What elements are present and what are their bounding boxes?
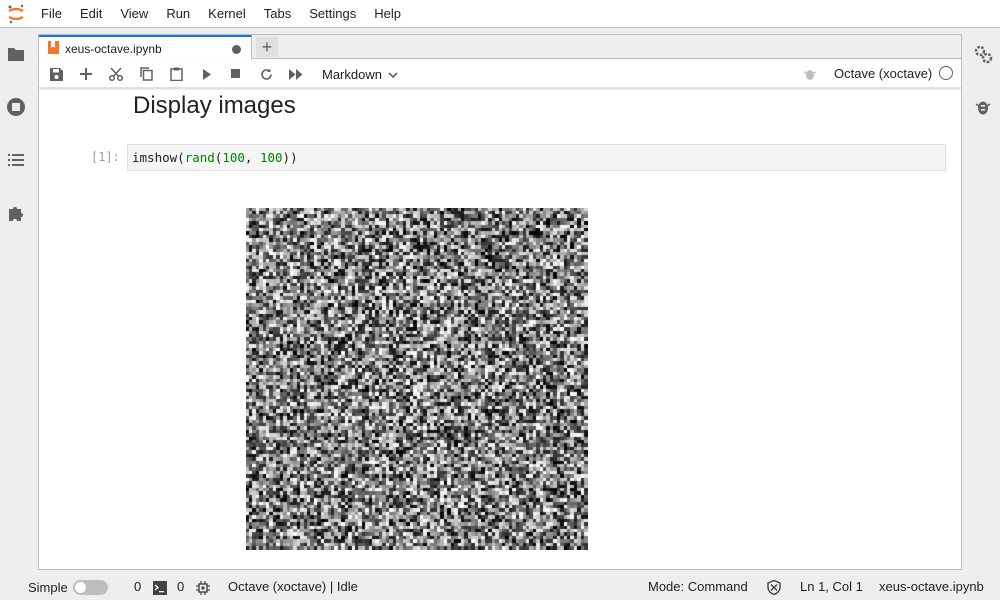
simple-mode-toggle[interactable]: [73, 580, 108, 595]
save-icon[interactable]: [46, 65, 66, 83]
copy-icon[interactable]: [136, 65, 156, 83]
left-sidebar: [0, 28, 33, 574]
tab-xeus-octave[interactable]: xeus-octave.ipynb: [39, 35, 252, 60]
tab-label: xeus-octave.ipynb: [65, 41, 162, 56]
menu-settings[interactable]: Settings: [300, 0, 365, 28]
menu-view[interactable]: View: [111, 0, 157, 28]
cut-icon[interactable]: [106, 65, 126, 83]
menu-help[interactable]: Help: [365, 0, 410, 28]
notebook-toolbar: Markdown Octave (xoctave): [39, 60, 961, 88]
menu-edit[interactable]: Edit: [71, 0, 111, 28]
kernel-chip-icon[interactable]: [195, 580, 210, 595]
code-punct: (: [177, 150, 185, 165]
menu-kernel[interactable]: Kernel: [199, 0, 255, 28]
terminal-icon[interactable]: [152, 580, 167, 595]
folder-icon[interactable]: [5, 43, 27, 65]
menu-bar: File Edit View Run Kernel Tabs Settings …: [0, 0, 1000, 28]
status-filename: xeus-octave.ipynb: [879, 579, 984, 594]
run-icon[interactable]: [197, 65, 217, 83]
chevron-down-icon: [388, 67, 398, 82]
code-function: rand: [184, 150, 215, 165]
markdown-heading[interactable]: Display images: [133, 92, 296, 120]
debugger-toggle-icon[interactable]: [802, 66, 818, 82]
code-punct: )): [282, 150, 298, 165]
unsaved-indicator-icon[interactable]: [232, 45, 241, 54]
menu-tabs[interactable]: Tabs: [255, 0, 300, 28]
running-icon[interactable]: [5, 96, 27, 118]
code-punct: ,: [244, 150, 260, 165]
cell-type-dropdown[interactable]: Markdown: [315, 64, 398, 84]
execution-count: [1]:: [91, 150, 120, 164]
kernel-count[interactable]: 0: [177, 579, 184, 594]
new-tab-button[interactable]: +: [256, 37, 278, 57]
code-function: imshow: [132, 150, 178, 165]
restart-icon[interactable]: [256, 65, 276, 83]
menu-file[interactable]: File: [32, 0, 71, 28]
property-inspector-icon[interactable]: [972, 43, 994, 65]
cell-type-label: Markdown: [322, 66, 382, 82]
code-number: 100: [222, 150, 245, 165]
code-cell-editor[interactable]: imshow(rand(100, 100)): [127, 144, 946, 171]
insert-cell-icon[interactable]: [76, 65, 96, 83]
tab-bar: xeus-octave.ipynb +: [39, 35, 961, 60]
menu-run[interactable]: Run: [157, 0, 199, 28]
cursor-position[interactable]: Ln 1, Col 1: [800, 579, 863, 594]
restart-run-all-icon[interactable]: [286, 65, 306, 83]
extension-icon[interactable]: [5, 202, 27, 224]
debugger-icon[interactable]: [972, 96, 994, 118]
terminal-count[interactable]: 0: [134, 579, 141, 594]
paste-icon[interactable]: [166, 65, 186, 83]
jupyter-logo-icon[interactable]: [0, 0, 32, 28]
notebook-icon: [48, 40, 59, 57]
kernel-status-text[interactable]: Octave (xoctave) | Idle: [228, 579, 358, 594]
image-output: [246, 208, 588, 550]
right-sidebar: [967, 28, 1000, 574]
kernel-name-button[interactable]: Octave (xoctave): [834, 66, 932, 81]
simple-mode-label: Simple: [28, 580, 68, 595]
notebook-panel: xeus-octave.ipynb + Markdown Octave (xoc…: [38, 34, 962, 570]
interrupt-icon[interactable]: [226, 65, 246, 83]
trusted-shield-icon[interactable]: [766, 580, 781, 595]
toc-icon[interactable]: [5, 149, 27, 171]
code-number: 100: [259, 150, 283, 165]
kernel-status-icon: [939, 66, 953, 80]
status-bar: Simple 0 0 Octave (xoctave) | Idle Mode:…: [0, 574, 1000, 600]
mode-indicator: Mode: Command: [648, 579, 748, 594]
